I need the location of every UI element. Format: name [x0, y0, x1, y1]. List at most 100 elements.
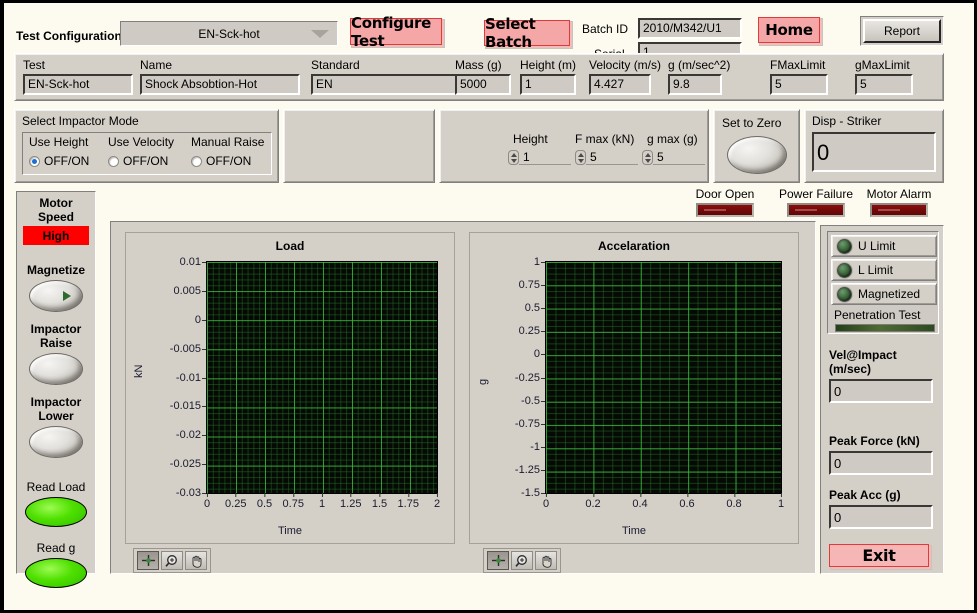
setpoint-value-fmax[interactable]: 5 — [586, 150, 638, 165]
load-graph-title: Load — [126, 239, 454, 253]
param-field-mass[interactable]: 5000 — [455, 74, 511, 95]
disp-striker-panel: Disp - Striker 0 — [804, 109, 944, 183]
cursor-tool-icon[interactable] — [487, 551, 509, 570]
exit-button[interactable]: Exit — [829, 544, 929, 567]
setpoint-label-fmax: F max (kN) — [575, 132, 634, 146]
select-batch-button[interactable]: Select Batch — [484, 20, 570, 46]
readout-label-peak-acc: Peak Acc (g) — [829, 488, 933, 502]
configure-test-button[interactable]: Configure Test — [350, 18, 442, 45]
set-to-zero-button[interactable] — [727, 136, 787, 174]
mode-radio-use-height[interactable]: OFF/ON — [29, 154, 89, 168]
report-button-frame: Report — [860, 16, 944, 46]
test-configuration-label: Test Configuration — [16, 29, 122, 43]
alarm-door-open: Door Open — [692, 187, 758, 217]
alarm-indicator-motor-alarm — [870, 203, 928, 217]
setpoint-spinner-fmax[interactable]: 5 — [575, 150, 638, 165]
x-axis-tick: 1.25 — [340, 493, 361, 510]
param-field-standard[interactable]: EN — [311, 74, 459, 95]
acceleration-graph-xlabel: Time — [470, 525, 798, 537]
mode-state-use-height: OFF/ON — [44, 154, 89, 168]
readout-value-peak-force: 0 — [829, 451, 933, 475]
graphs-container: Load kN 0.010.0050-0.005-0.01-0.015-0.02… — [110, 221, 816, 574]
test-configuration-dropdown[interactable]: EN-Sck-hot — [120, 21, 338, 46]
param-field-gmaxlimit[interactable]: 5 — [855, 74, 913, 95]
param-field-height[interactable]: 1 — [520, 74, 576, 95]
param-label-velocity: Velocity (m/s) — [589, 58, 661, 72]
mode-radio-manual-raise[interactable]: OFF/ON — [191, 154, 251, 168]
acceleration-graph: Accelaration g 10.750.50.250-0.25-0.5-0.… — [469, 232, 799, 544]
setpoint-spinner-gmax[interactable]: 5 — [642, 150, 705, 165]
y-axis-tick: -0.03 — [176, 487, 207, 499]
pan-tool-icon[interactable] — [535, 551, 557, 570]
motor-speed-title-line2: Speed — [17, 210, 95, 224]
x-axis-tick: 0.5 — [257, 493, 272, 510]
x-axis-tick: 0.75 — [283, 493, 304, 510]
indicator-label-l-limit: L Limit — [858, 263, 893, 277]
param-label-fmaxlimit: FMaxLimit — [770, 58, 828, 72]
setpoint-spinner-height[interactable]: 1 — [508, 150, 571, 165]
param-field-name[interactable]: Shock Absobtion-Hot — [140, 74, 300, 95]
x-axis-tick: 0 — [204, 493, 210, 510]
param-field-test[interactable]: EN-Sck-hot — [23, 74, 133, 95]
setpoint-value-gmax[interactable]: 5 — [653, 150, 705, 165]
radio-off-icon — [191, 156, 202, 167]
param-field-velocity[interactable]: 4.427 — [589, 74, 651, 95]
stepper-arrows-icon[interactable] — [575, 150, 586, 165]
x-axis-tick: 0.2 — [585, 493, 600, 510]
param-label-test: Test — [23, 58, 93, 72]
magnetize-button[interactable] — [29, 280, 83, 312]
pan-tool-icon[interactable] — [185, 551, 207, 570]
impactor-raise-button[interactable] — [29, 353, 83, 385]
impactor-mode-title: Select Impactor Mode — [22, 114, 139, 128]
impactor-raise-label-line2: Raise — [17, 336, 95, 350]
spacer-panel-left — [283, 109, 435, 183]
stepper-arrows-icon[interactable] — [508, 150, 519, 165]
mode-label-manual-raise: Manual Raise — [191, 135, 264, 149]
led-icon — [837, 263, 852, 278]
readout-label-peak-force: Peak Force (kN) — [829, 434, 933, 448]
motor-speed-value: High — [23, 226, 89, 245]
motor-control-panel: Motor Speed High Magnetize Impactor Rais… — [16, 191, 96, 574]
chevron-down-icon — [311, 30, 329, 38]
report-button[interactable]: Report — [863, 19, 941, 43]
zoom-tool-icon[interactable] — [161, 551, 183, 570]
acceleration-plot-area[interactable]: 10.750.50.250-0.25-0.5-0.75-1-1.25-1.500… — [545, 261, 782, 494]
impactor-lower-label-line1: Impactor — [17, 395, 95, 409]
disp-striker-value: 0 — [812, 132, 936, 172]
param-label-height: Height (m) — [520, 58, 576, 72]
batch-id-label: Batch ID — [582, 22, 628, 36]
setpoints-panel: Height 1 F max (kN) 5 g max (g) 5 — [439, 109, 709, 183]
penetration-test-label: Penetration Test — [834, 308, 921, 322]
impactor-mode-panel: Select Impactor Mode Use Height OFF/ON U… — [14, 109, 279, 183]
param-label-gmaxlimit: gMaxLimit — [855, 58, 913, 72]
impactor-lower-button[interactable] — [29, 426, 83, 458]
stepper-arrows-icon[interactable] — [642, 150, 653, 165]
zoom-tool-icon[interactable] — [511, 551, 533, 570]
param-label-name: Name — [140, 58, 300, 72]
x-axis-tick: 1 — [319, 493, 325, 510]
mode-state-manual-raise: OFF/ON — [206, 154, 251, 168]
x-axis-tick: 0.8 — [726, 493, 741, 510]
alarm-power-failure: Power Failure — [774, 187, 858, 217]
y-axis-tick: 1 — [534, 256, 546, 268]
home-button[interactable]: Home — [758, 17, 820, 43]
play-triangle-icon — [63, 291, 71, 301]
cursor-tool-icon[interactable] — [137, 551, 159, 570]
mode-state-use-velocity: OFF/ON — [123, 154, 168, 168]
mode-label-use-height: Use Height — [29, 135, 88, 149]
set-to-zero-panel: Set to Zero — [713, 109, 800, 183]
mode-radio-use-velocity[interactable]: OFF/ON — [108, 154, 168, 168]
setpoint-value-height[interactable]: 1 — [519, 150, 571, 165]
alarm-label-door-open: Door Open — [692, 187, 758, 201]
load-plot-area[interactable]: 0.010.0050-0.005-0.01-0.015-0.02-0.025-0… — [206, 261, 438, 494]
batch-id-field[interactable]: 2010/M342/U1 — [638, 18, 742, 39]
indicator-l-limit: L Limit — [831, 259, 937, 281]
read-g-label: Read g — [17, 541, 95, 555]
setpoint-label-gmax: g max (g) — [647, 132, 698, 146]
alarm-motor-alarm: Motor Alarm — [856, 187, 942, 217]
top-toolbar: Test Configuration EN-Sck-hot Configure … — [10, 9, 970, 47]
param-field-g[interactable]: 9.8 — [668, 74, 722, 95]
readout-peak-force: Peak Force (kN) 0 — [829, 434, 933, 475]
x-axis-tick: 0.25 — [225, 493, 246, 510]
param-field-fmaxlimit[interactable]: 5 — [770, 74, 828, 95]
